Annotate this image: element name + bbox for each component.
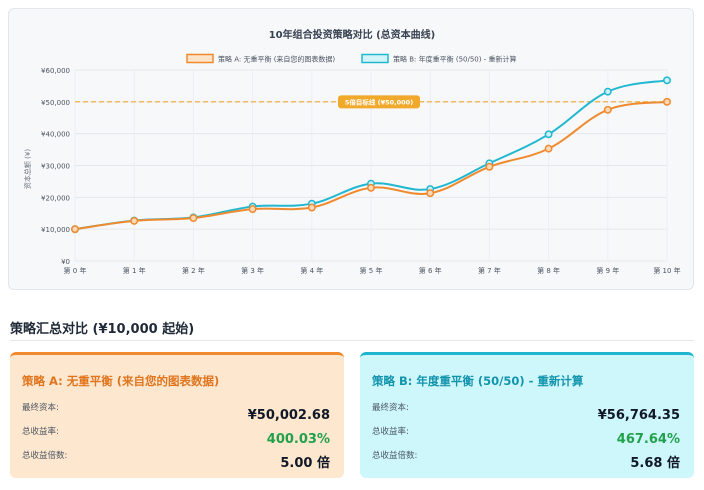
x-tick-label: 第 2 年 <box>182 266 205 275</box>
series-point-b <box>663 76 671 85</box>
return-multiple-value: 5.00 倍 <box>280 456 330 471</box>
y-tick-label: ¥20,000 <box>41 194 70 202</box>
total-return-label: 总收益率: <box>372 427 409 437</box>
series-point-b <box>544 130 553 139</box>
summary-divider <box>10 340 694 341</box>
legend-label-b: 策略 B: 年度重平衡 (50/50) - 重新计算 <box>393 55 516 64</box>
x-tick-label: 第 0 年 <box>64 266 87 275</box>
strategy-a-title: 策略 A: 无重平衡 (来自您的图表数据) <box>22 374 220 388</box>
legend-swatch-a <box>186 53 214 64</box>
series-point-a <box>544 144 553 153</box>
return-multiple-label: 总收益倍数: <box>22 451 68 461</box>
y-tick-label: ¥30,000 <box>41 163 70 171</box>
y-tick-label: ¥60,000 <box>41 67 70 75</box>
x-tick-label: 第 8 年 <box>537 266 560 275</box>
x-tick-label: 第 5 年 <box>360 266 383 275</box>
y-tick-label: ¥0 <box>61 258 70 266</box>
return-multiple-label: 总收益倍数: <box>372 451 418 461</box>
strategy-b-multiple-row: 总收益倍数: 5.68 倍 <box>372 447 680 471</box>
return-multiple-value: 5.68 倍 <box>630 456 680 471</box>
x-tick-label: 第 1 年 <box>123 266 146 275</box>
chart-card: 10年组合投资策略对比 (总资本曲线) 资本总额 (¥) ¥0 ¥10,000 ¥2… <box>8 8 694 290</box>
y-tick-label: ¥50,000 <box>41 99 70 107</box>
series-point-a <box>189 214 198 222</box>
series-point-a <box>248 205 257 214</box>
series-point-a <box>485 162 494 171</box>
series-point-a <box>426 189 435 198</box>
strategy-b-return-row: 总收益率: 467.64% <box>372 423 680 447</box>
series-point-a <box>367 183 375 192</box>
total-return-label: 总收益率: <box>22 427 59 437</box>
y-axis-label: 资本总额 (¥) <box>23 149 32 189</box>
x-tick-label: 第 4 年 <box>300 266 323 275</box>
final-capital-value: ¥56,764.35 <box>597 408 680 423</box>
x-tick-label: 第 7 年 <box>478 266 501 275</box>
total-return-value: 400.03% <box>266 432 330 447</box>
y-tick-label: ¥40,000 <box>41 131 70 139</box>
strategy-b-title: 策略 B: 年度重平衡 (50/50) - 重新计算 <box>372 374 584 388</box>
series-point-a <box>130 216 139 225</box>
target-label: 5倍目标线 (¥50,000) <box>345 97 413 106</box>
x-tick-label: 第 6 年 <box>419 266 442 275</box>
final-capital-value: ¥50,002.68 <box>247 408 330 423</box>
series-point-b <box>603 87 612 96</box>
series-point-a <box>603 105 612 114</box>
strategy-a-multiple-row: 总收益倍数: 5.00 倍 <box>22 447 330 471</box>
strategy-a-final-row: 最终资本: ¥50,002.68 <box>22 399 330 423</box>
legend-label-a: 策略 A: 无重平衡 (来自您的图表数据) <box>218 55 335 64</box>
chart-title: 10年组合投资策略对比 (总资本曲线) <box>269 28 436 41</box>
series-point-a <box>71 225 79 234</box>
series-point-a <box>663 97 671 106</box>
summary-title: 策略汇总对比 (¥10,000 起始) <box>10 322 195 337</box>
x-tick-label: 第 10 年 <box>653 266 680 275</box>
series-point-a <box>307 203 316 212</box>
strategy-b-final-row: 最终资本: ¥56,764.35 <box>372 399 680 423</box>
y-tick-label: ¥10,000 <box>41 226 70 234</box>
legend-swatch-b <box>361 53 389 64</box>
final-capital-label: 最终资本: <box>22 403 59 413</box>
total-return-value: 467.64% <box>616 432 680 447</box>
x-tick-label: 第 9 年 <box>596 266 619 275</box>
x-tick-label: 第 3 年 <box>241 266 264 275</box>
strategy-a-card: 策略 A: 无重平衡 (来自您的图表数据) 最终资本: ¥50,002.68 总… <box>10 352 344 478</box>
final-capital-label: 最终资本: <box>372 403 409 413</box>
strategy-b-card: 策略 B: 年度重平衡 (50/50) - 重新计算 最终资本: ¥56,764… <box>360 352 694 478</box>
capital-line-chart: 10年组合投资策略对比 (总资本曲线) 资本总额 (¥) ¥0 ¥10,000 ¥2… <box>23 28 681 275</box>
strategy-a-return-row: 总收益率: 400.03% <box>22 423 330 447</box>
